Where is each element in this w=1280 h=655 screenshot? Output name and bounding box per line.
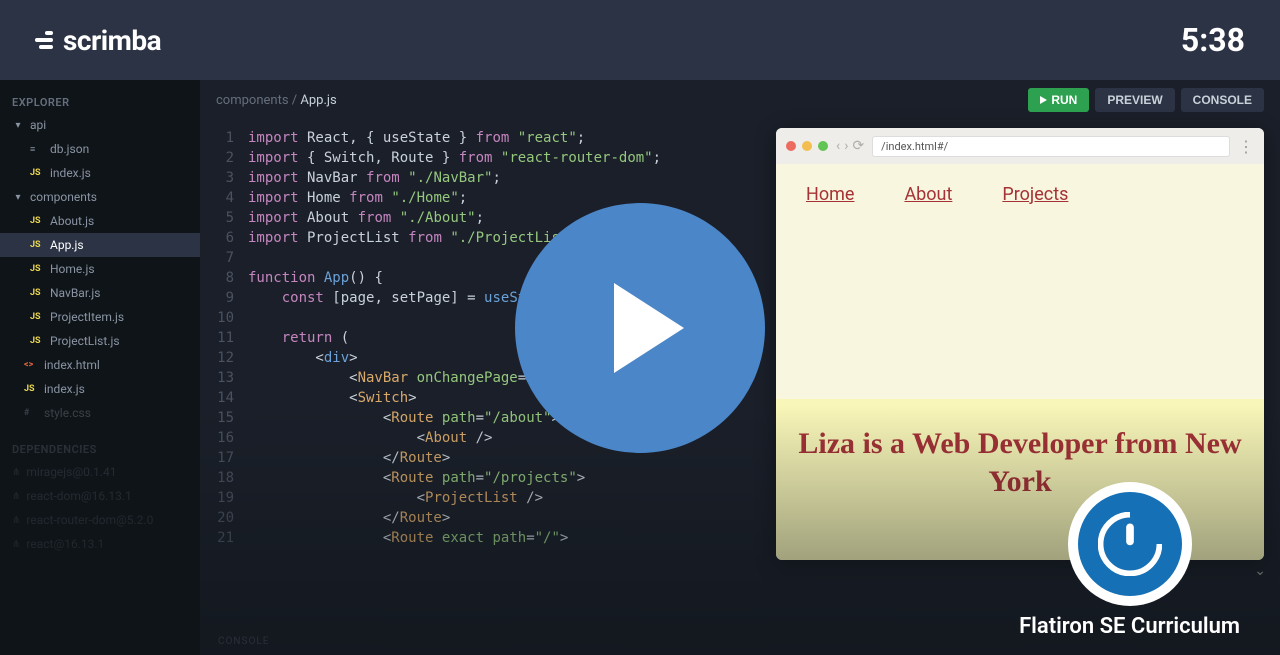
brand-logo[interactable]: scrimba bbox=[35, 24, 161, 57]
file-dbjson[interactable]: ≡ db.json bbox=[0, 137, 200, 161]
window-dots bbox=[786, 141, 828, 151]
brand-name: scrimba bbox=[63, 24, 161, 57]
js-icon: JS bbox=[30, 264, 44, 274]
console-button[interactable]: CONSOLE bbox=[1181, 88, 1264, 112]
file-about[interactable]: JS About.js bbox=[0, 209, 200, 233]
js-icon: JS bbox=[30, 240, 44, 250]
maximize-icon[interactable] bbox=[818, 141, 828, 151]
folder-components[interactable]: ▾ components bbox=[0, 185, 200, 209]
js-icon: JS bbox=[30, 336, 44, 346]
nav-projects[interactable]: Projects bbox=[1002, 184, 1068, 205]
close-icon[interactable] bbox=[786, 141, 796, 151]
explorer-label: EXPLORER bbox=[0, 88, 200, 113]
file-app[interactable]: JS App.js bbox=[0, 233, 200, 257]
reload-icon[interactable]: ⟳ bbox=[852, 138, 864, 154]
file-projectitem[interactable]: JS ProjectItem.js bbox=[0, 305, 200, 329]
play-button[interactable] bbox=[515, 203, 765, 453]
dep-item[interactable]: ⋔miragejs@0.1.41 bbox=[0, 460, 200, 484]
play-icon bbox=[1040, 96, 1047, 104]
package-icon: ⋔ bbox=[12, 515, 20, 526]
minimize-icon[interactable] bbox=[802, 141, 812, 151]
json-icon: ≡ bbox=[30, 144, 44, 155]
file-projectlist[interactable]: JS ProjectList.js bbox=[0, 329, 200, 353]
back-icon[interactable]: ‹ bbox=[836, 138, 840, 154]
nav-home[interactable]: Home bbox=[806, 184, 854, 205]
play-icon bbox=[614, 283, 684, 373]
sidebar: EXPLORER ▾ api ≡ db.json JS index.js ▾ c… bbox=[0, 80, 200, 655]
dep-item[interactable]: ⋔react@16.13.1 bbox=[0, 532, 200, 556]
file-navbar[interactable]: JS NavBar.js bbox=[0, 281, 200, 305]
chevron-down-icon: ▾ bbox=[12, 120, 24, 131]
app-header: scrimba 5:38 bbox=[0, 0, 1280, 80]
package-icon: ⋔ bbox=[12, 491, 20, 502]
gravatar-icon bbox=[1098, 512, 1162, 576]
avatar bbox=[1068, 482, 1192, 606]
file-stylecss[interactable]: # style.css bbox=[0, 401, 200, 425]
forward-icon[interactable]: › bbox=[844, 138, 848, 154]
chevron-down-icon: ▾ bbox=[12, 192, 24, 203]
package-icon: ⋔ bbox=[12, 467, 20, 478]
toolbar: components / App.js RUN PREVIEW CONSOLE bbox=[200, 80, 1280, 120]
author-badge[interactable]: Flatiron SE Curriculum bbox=[1019, 482, 1240, 639]
author-name: Flatiron SE Curriculum bbox=[1019, 614, 1240, 639]
file-api-index[interactable]: JS index.js bbox=[0, 161, 200, 185]
preview-nav: Home About Projects bbox=[776, 164, 1264, 225]
menu-icon[interactable]: ⋮ bbox=[1238, 137, 1254, 156]
run-button[interactable]: RUN bbox=[1028, 88, 1089, 112]
dependencies-label: DEPENDENCIES bbox=[0, 435, 200, 460]
js-icon: JS bbox=[30, 168, 44, 178]
file-indexhtml[interactable]: <> index.html bbox=[0, 353, 200, 377]
preview-button[interactable]: PREVIEW bbox=[1095, 88, 1174, 112]
dep-item[interactable]: ⋔react-dom@16.13.1 bbox=[0, 484, 200, 508]
file-indexjs[interactable]: JS index.js bbox=[0, 377, 200, 401]
line-gutter: 123456789101112131415161718192021 bbox=[200, 128, 248, 548]
breadcrumb: components / App.js bbox=[216, 93, 337, 108]
folder-api[interactable]: ▾ api bbox=[0, 113, 200, 137]
css-icon: # bbox=[24, 408, 38, 418]
video-timer: 5:38 bbox=[1181, 21, 1245, 59]
browser-chrome: ‹ › ⟳ /index.html#/ ⋮ bbox=[776, 128, 1264, 164]
logo-icon bbox=[35, 31, 53, 49]
dep-item[interactable]: ⋔react-router-dom@5.2.0 bbox=[0, 508, 200, 532]
html-icon: <> bbox=[24, 360, 38, 370]
js-icon: JS bbox=[24, 384, 38, 394]
chevron-down-icon[interactable]: ⌄ bbox=[1254, 563, 1266, 579]
file-home[interactable]: JS Home.js bbox=[0, 257, 200, 281]
package-icon: ⋔ bbox=[12, 539, 20, 550]
js-icon: JS bbox=[30, 288, 44, 298]
nav-about[interactable]: About bbox=[904, 184, 952, 205]
address-bar[interactable]: /index.html#/ bbox=[872, 136, 1230, 157]
js-icon: JS bbox=[30, 216, 44, 226]
js-icon: JS bbox=[30, 312, 44, 322]
